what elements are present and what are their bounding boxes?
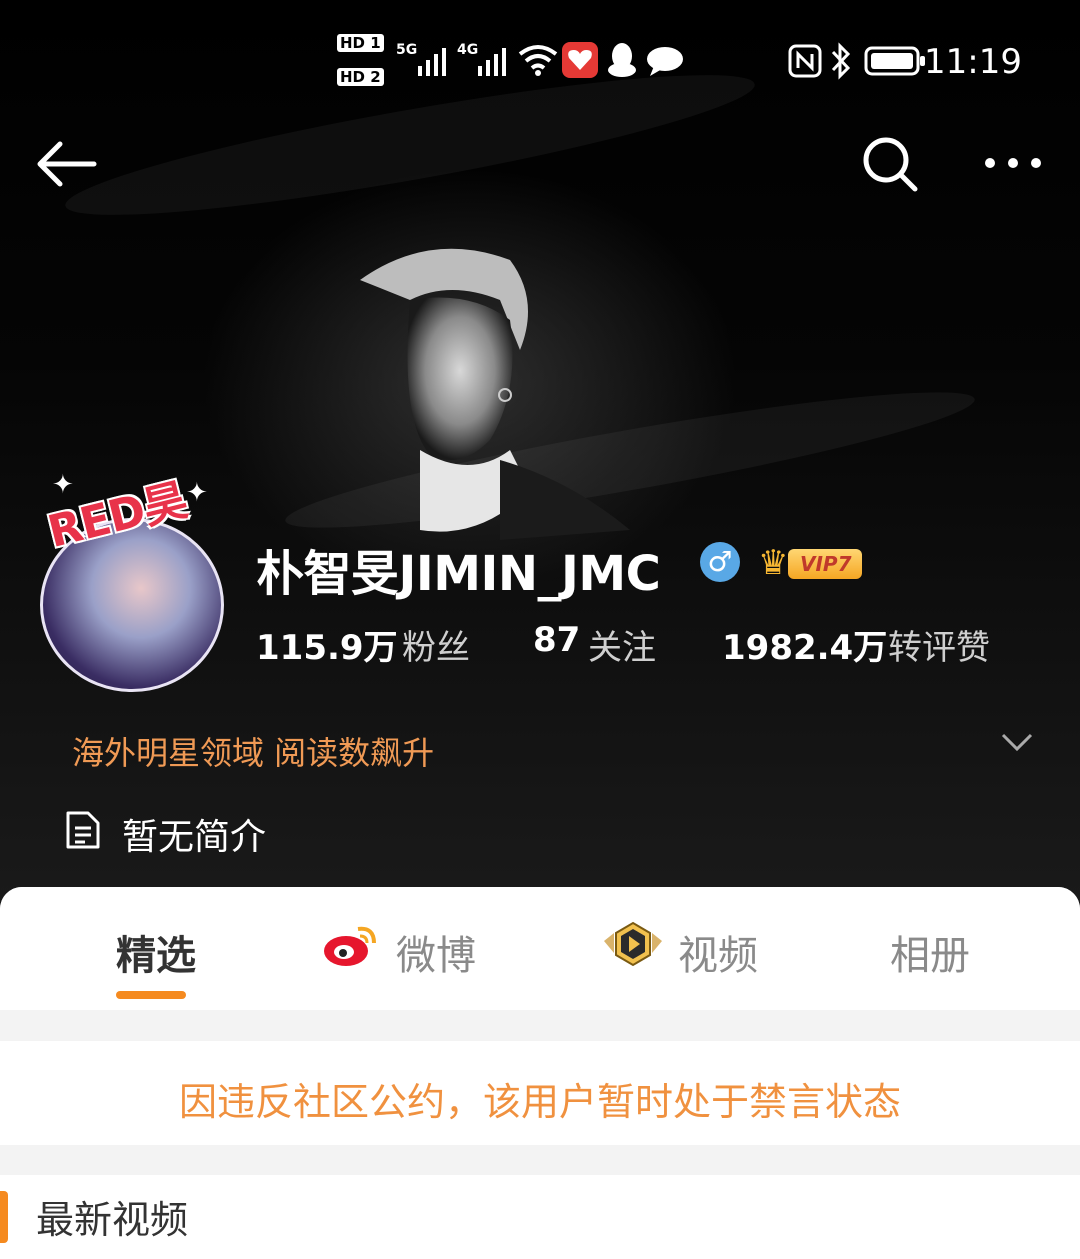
tab-album[interactable]: 相册 (890, 923, 970, 979)
chevron-down-icon[interactable] (1000, 730, 1034, 754)
interactions-label: 转评赞 (888, 628, 990, 668)
following-label[interactable]: 关注 (588, 620, 656, 669)
tab-featured[interactable]: 精选 (116, 923, 196, 979)
back-arrow-icon[interactable] (34, 140, 98, 188)
video-icon (604, 921, 662, 967)
content-sheet: 精选 微博 视频 相册 因违反社区公约，该用户暂时处于禁言状态 最新视频 (0, 887, 1080, 1259)
section-title: 最新视频 (36, 1198, 189, 1242)
wifi-icon (518, 45, 558, 76)
qq-icon (608, 43, 636, 77)
sparkle-icon: ✦ (186, 478, 208, 508)
weibo-icon (324, 926, 376, 966)
clock: 11:19 (924, 42, 1022, 82)
document-icon (66, 811, 100, 849)
sim2-indicator: HD 2 (337, 68, 384, 86)
tab-label: 视频 (678, 933, 758, 979)
gender-male-icon: ♂ (700, 542, 740, 582)
interactions-count: 1982.4万 (722, 628, 888, 668)
latest-videos-section: 最新视频 (0, 1175, 1080, 1259)
battery-icon (864, 46, 925, 76)
following-count[interactable]: 87 (533, 620, 580, 660)
app-notification-icon (562, 42, 598, 78)
profile-name: 朴智旻JIMIN_JMC (256, 546, 661, 602)
network-5g-label: 5G (396, 42, 418, 58)
crown-icon: ♛ (758, 543, 789, 583)
message-icon (647, 47, 683, 76)
tab-label: 精选 (116, 933, 196, 979)
profile-header-background: HD 1 HD 2 5G 4G 11:19 RED昊 ✦ ✦ 朴智旻JIMIN_… (0, 0, 1080, 905)
avatar[interactable]: RED昊 ✦ ✦ (38, 470, 224, 692)
bio-text: 暂无简介 (122, 817, 267, 858)
sim1-indicator: HD 1 (337, 34, 384, 52)
followers-count[interactable]: 115.9万 (256, 620, 398, 669)
status-bar: HD 1 HD 2 5G 4G 11:19 (0, 28, 1080, 98)
signal-icon (418, 48, 446, 76)
nfc-icon (788, 44, 822, 78)
signal-icon (478, 48, 506, 76)
vip-label: VIP7 (788, 549, 862, 579)
search-icon[interactable] (860, 134, 920, 194)
bluetooth-icon (831, 42, 851, 80)
sparkle-icon: ✦ (52, 470, 74, 500)
tab-bar: 精选 微博 视频 相册 (0, 887, 1080, 1010)
cover-photo (360, 248, 630, 540)
tab-label: 相册 (890, 933, 970, 979)
section-accent-bar (0, 1191, 8, 1243)
mute-notice-text: 因违反社区公约，该用户暂时处于禁言状态 (178, 1080, 901, 1124)
followers-label[interactable]: 粉丝 (402, 620, 470, 669)
active-tab-indicator (116, 991, 186, 999)
profile-screen: HD 1 HD 2 5G 4G 11:19 RED昊 ✦ ✦ 朴智旻JIMIN_… (0, 0, 1080, 1259)
mute-notice: 因违反社区公约，该用户暂时处于禁言状态 (0, 1041, 1080, 1145)
more-dots-icon[interactable] (980, 152, 1046, 174)
tab-label: 微博 (396, 933, 476, 979)
profile-tagline[interactable]: 海外明星领域 阅读数飙升 (72, 728, 434, 774)
